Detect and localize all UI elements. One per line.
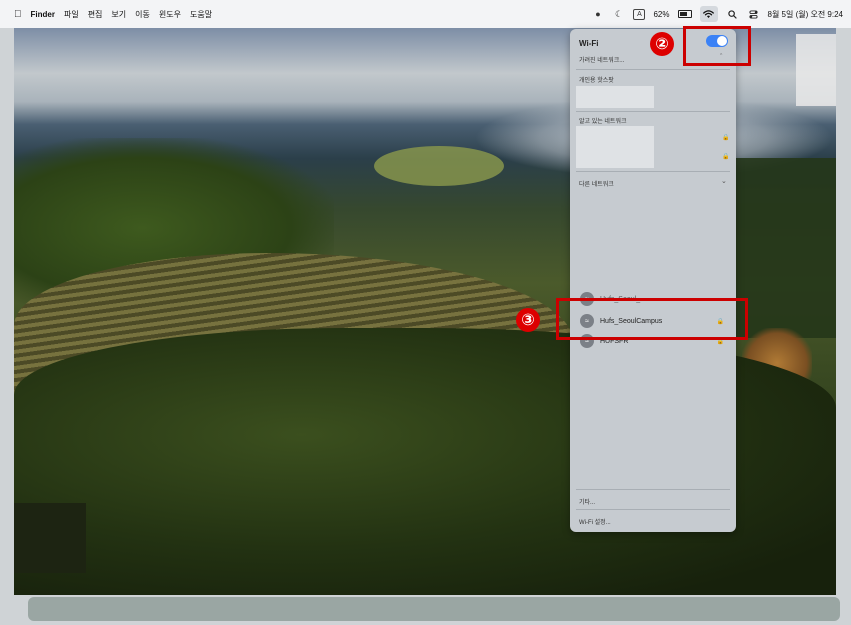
annotation-step-2: ② — [650, 32, 674, 56]
divider — [576, 509, 730, 510]
wifi-settings-item[interactable]: Wi-Fi 설정... — [579, 517, 611, 526]
redacted-block — [796, 34, 836, 106]
menu-view[interactable]: 보기 — [111, 9, 126, 20]
divider — [576, 111, 730, 112]
known-networks-redacted — [576, 126, 654, 168]
app-name-menu[interactable]: Finder — [31, 10, 55, 19]
menu-bar-left:  Finder 파일 편집 보기 이동 윈도우 도움말 — [0, 9, 212, 20]
keyboard-input-icon[interactable]: A — [633, 8, 646, 20]
control-center-icon[interactable] — [747, 8, 760, 21]
hotspot-list-redacted — [576, 86, 654, 108]
battery-icon[interactable] — [677, 10, 692, 18]
apple-menu-icon[interactable]:  — [14, 9, 22, 20]
moon-icon[interactable]: ☾ — [612, 8, 625, 21]
menu-help[interactable]: 도움말 — [190, 9, 212, 20]
battery-percent: 62% — [653, 9, 670, 19]
menu-window[interactable]: 윈도우 — [159, 9, 181, 20]
screen:  Finder 파일 편집 보기 이동 윈도우 도움말 ● ☾ A 62% — [0, 0, 851, 625]
lock-icon: 🔒 — [722, 135, 730, 141]
divider — [576, 69, 730, 70]
chevron-down-icon[interactable]: ⌄ — [721, 177, 727, 185]
personal-hotspot-heading: 개인용 핫스팟 — [579, 78, 614, 84]
wifi-menu: Wi-Fi 가려진 네트워크... ˆ 개인용 핫스팟 알고 있는 네트워크 🔒… — [570, 29, 736, 532]
wifi-icon[interactable] — [699, 6, 718, 22]
annotation-box-wifi-toggle — [683, 26, 751, 66]
menu-file[interactable]: 파일 — [64, 9, 79, 20]
wallpaper-hilltop — [374, 146, 504, 186]
redacted-block — [14, 503, 86, 573]
annotation-box-network — [556, 298, 748, 340]
search-icon[interactable] — [726, 8, 739, 21]
menu-bar-clock[interactable]: 8월 5일 (월) 오전 9:24 — [768, 9, 844, 20]
hidden-networks-item[interactable]: 가려진 네트워크... — [579, 55, 624, 64]
menu-bar:  Finder 파일 편집 보기 이동 윈도우 도움말 ● ☾ A 62% — [0, 0, 851, 28]
chat-icon[interactable]: ● — [591, 8, 604, 21]
other-networks-heading[interactable]: 다른 네트워크 — [579, 179, 614, 188]
menu-bar-right: ● ☾ A 62% 8월 5일 (월) 오전 9:24 — [591, 0, 843, 28]
annotation-step-3: ③ — [516, 308, 540, 332]
menu-go[interactable]: 이동 — [135, 9, 150, 20]
divider — [576, 171, 730, 172]
divider — [576, 489, 730, 490]
dock[interactable] — [28, 597, 840, 621]
known-networks-heading: 알고 있는 네트워크 — [579, 119, 627, 125]
wifi-menu-title: Wi-Fi — [579, 39, 599, 48]
wallpaper-forest-right — [734, 158, 836, 338]
other-network-item[interactable]: 기타... — [579, 497, 595, 506]
menu-edit[interactable]: 편집 — [88, 9, 103, 20]
lock-icon: 🔒 — [722, 154, 730, 160]
